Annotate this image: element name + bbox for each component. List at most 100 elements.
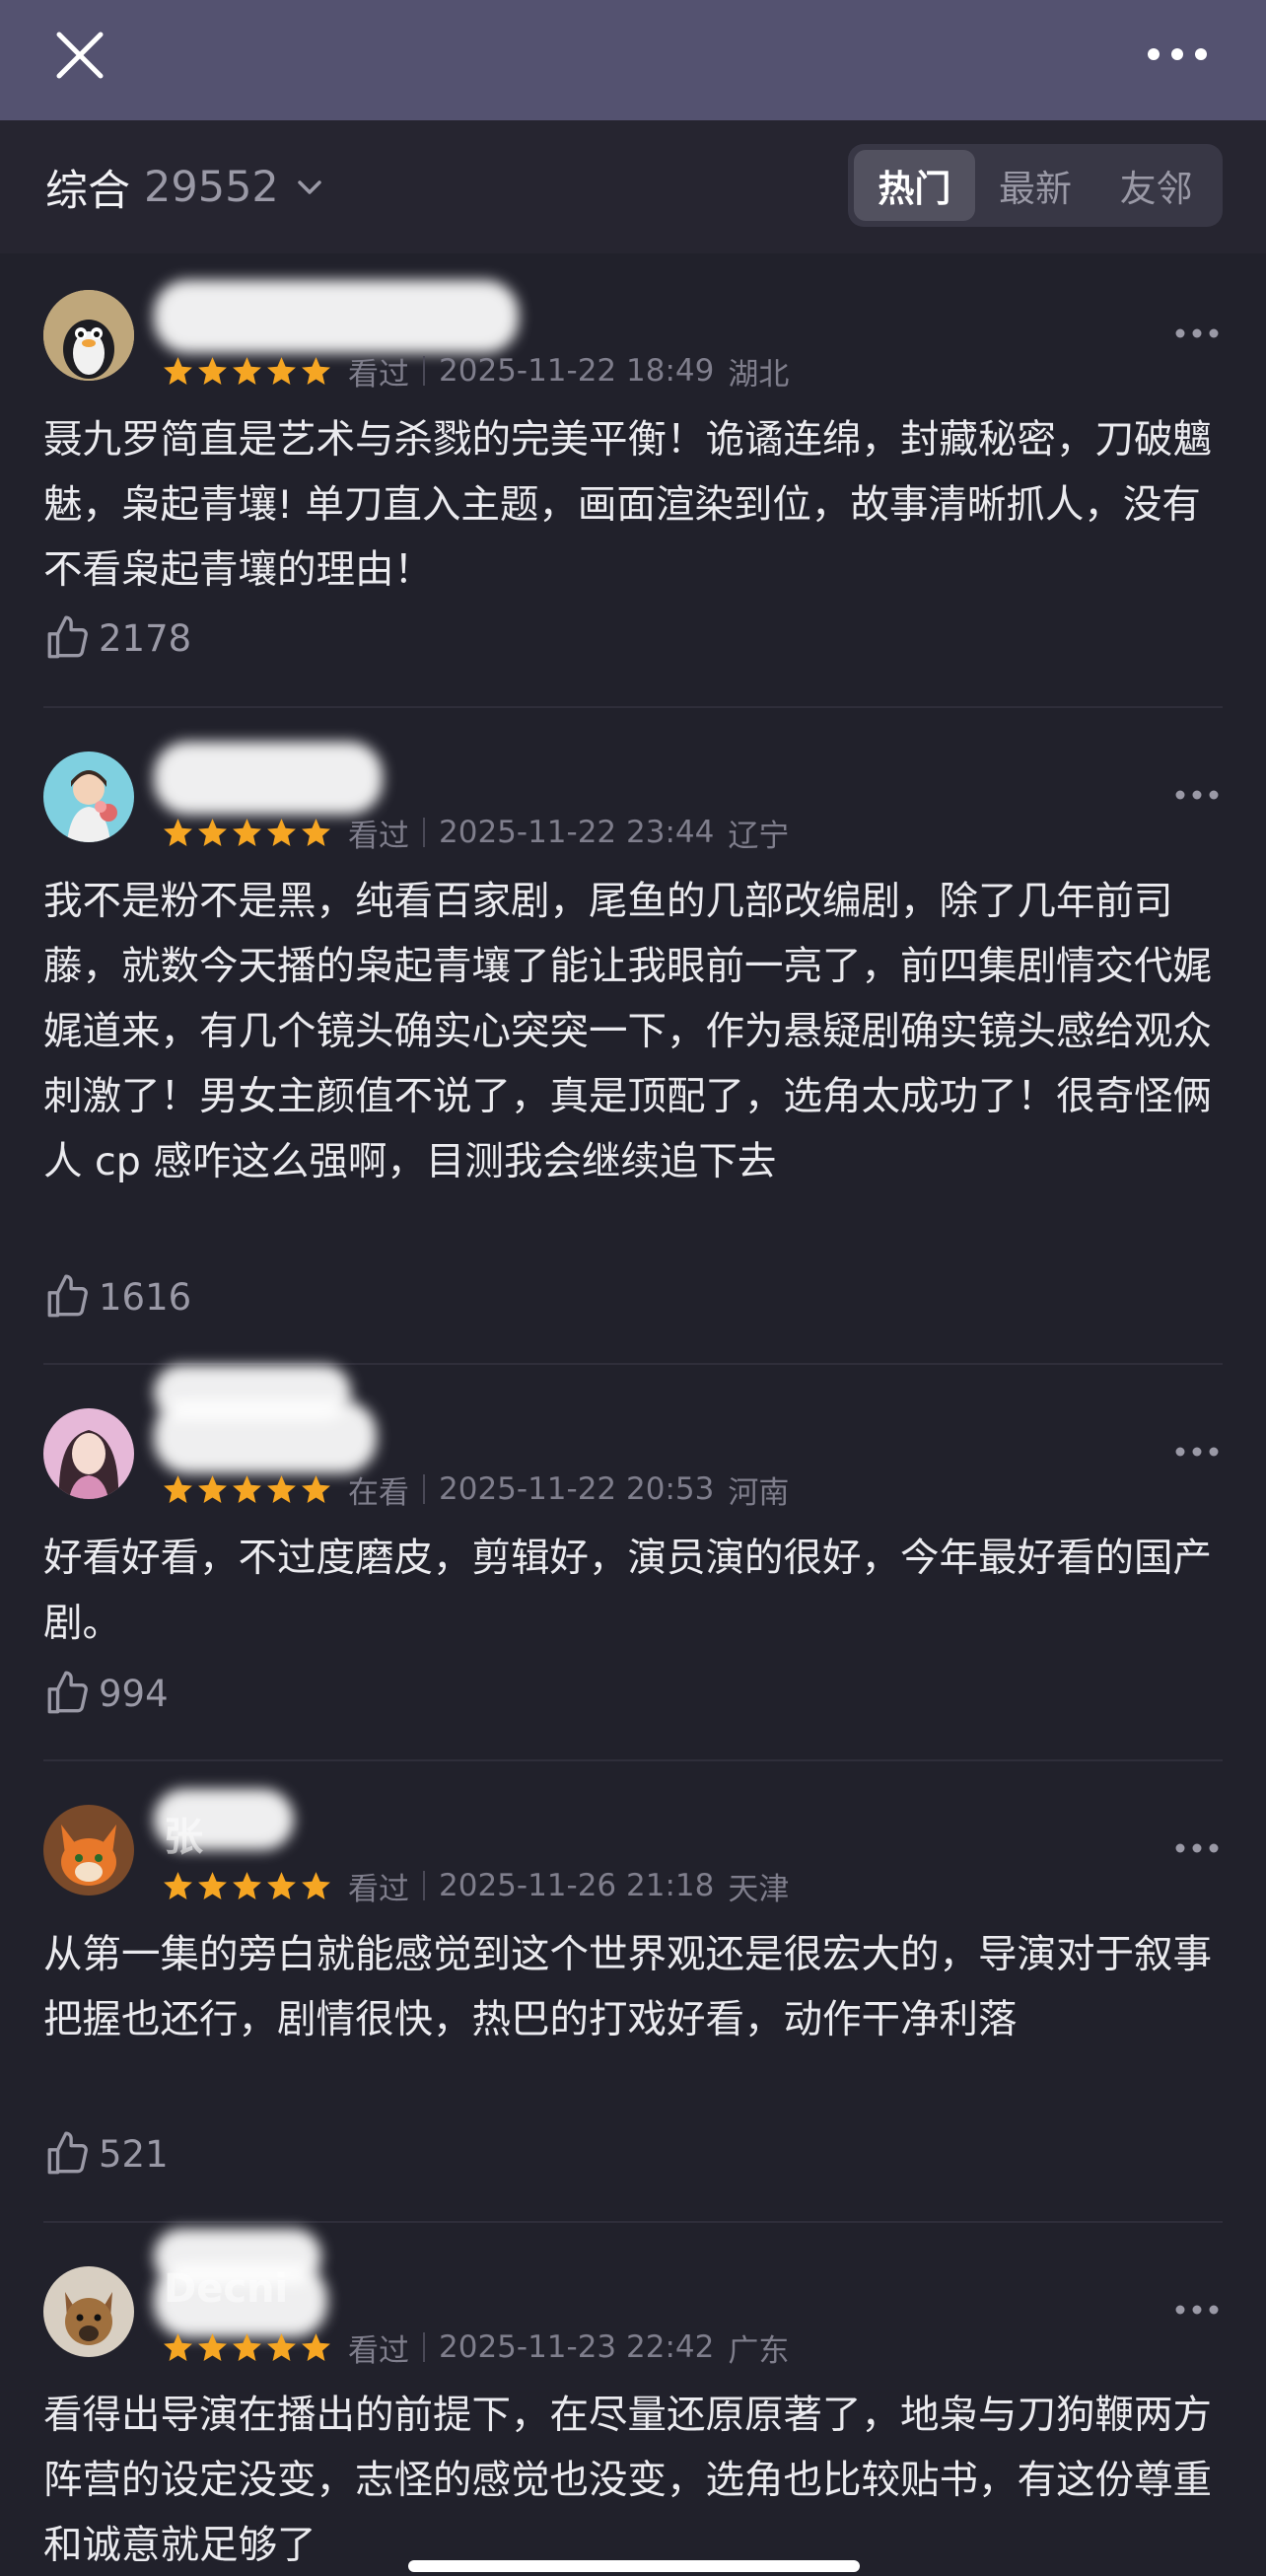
star-icon <box>302 356 330 385</box>
comment-divider <box>43 706 1223 708</box>
tab-friends[interactable]: 友邻 <box>1095 150 1217 221</box>
like-button[interactable]: 994 <box>43 1667 169 1720</box>
more-options-icon[interactable] <box>1173 322 1221 345</box>
region: 河南 <box>728 1474 790 1511</box>
thumbs-up-icon <box>47 1671 88 1714</box>
avatar[interactable] <box>43 1805 134 1896</box>
avatar[interactable] <box>43 751 134 842</box>
home-indicator[interactable] <box>408 2560 860 2572</box>
divider <box>423 1871 425 1900</box>
comment-divider <box>43 2221 1223 2223</box>
watch-status: 在看 <box>348 1474 409 1511</box>
comment-meta: 看过 2025-11-22 18:49 湖北 <box>162 349 789 393</box>
star-icon <box>267 1474 296 1503</box>
star-icon <box>164 1474 192 1503</box>
watch-status: 看过 <box>348 356 409 393</box>
divider <box>423 356 425 386</box>
comment-meta: 看过 2025-11-26 21:18 天津 <box>162 1864 789 1907</box>
tab-hot[interactable]: 热门 <box>854 150 975 221</box>
comment-meta: 在看 2025-11-22 20:53 河南 <box>162 1467 789 1511</box>
username: Decni <box>164 2266 289 2312</box>
star-icon <box>302 818 330 846</box>
more-options-icon[interactable] <box>1173 2298 1221 2322</box>
star-icon <box>164 356 192 385</box>
divider <box>423 818 425 847</box>
star-icon <box>233 2332 261 2361</box>
timestamp: 2025-11-26 21:18 <box>439 1868 715 1903</box>
comment-text: 好看好看，不过度磨皮，剪辑好，演员演的很好，今年最好看的国产剧。 <box>43 1536 1212 1646</box>
filter-label: 综合 <box>45 167 130 216</box>
close-icon[interactable] <box>49 25 110 86</box>
like-count: 994 <box>99 1672 169 1715</box>
timestamp: 2025-11-22 23:44 <box>439 815 715 850</box>
thumbs-up-icon <box>47 615 88 659</box>
comment-text: 从第一集的旁白就能感觉到这个世界观还是很宏大的，导演对于叙事把握也还行，剧情很快… <box>43 1932 1212 2042</box>
star-icon <box>198 1871 227 1899</box>
timestamp: 2025-11-22 18:49 <box>439 353 715 389</box>
sort-dropdown[interactable]: 综合 29552 <box>45 158 326 217</box>
star-icon <box>267 2332 296 2361</box>
star-icon <box>233 818 261 846</box>
star-icon <box>302 1474 330 1503</box>
like-count: 1616 <box>99 1275 192 1319</box>
top-bar <box>0 0 1266 120</box>
comment-text: 看得出导演在播出的前提下，在尽量还原原著了，地枭与刀狗鞭两方阵营的设定没变，志怪… <box>43 2393 1212 2568</box>
more-options-icon[interactable] <box>1173 783 1221 807</box>
avatar[interactable] <box>43 290 134 381</box>
tab-latest[interactable]: 最新 <box>975 150 1096 221</box>
like-button[interactable]: 521 <box>43 2127 169 2181</box>
star-icon <box>233 356 261 385</box>
like-button[interactable]: 1616 <box>43 1270 191 1324</box>
star-icon <box>233 1474 261 1503</box>
avatar[interactable] <box>43 2266 134 2357</box>
divider <box>423 2332 425 2362</box>
sort-tabs: 热门 最新 友邻 <box>848 144 1223 227</box>
divider <box>423 1474 425 1504</box>
region: 天津 <box>728 1871 790 1907</box>
avatar[interactable] <box>43 1408 134 1499</box>
username: 张 <box>164 1815 203 1860</box>
comment-count: 29552 <box>144 163 279 212</box>
timestamp: 2025-11-23 22:42 <box>439 2329 715 2365</box>
comment-text: 我不是粉不是黑，纯看百家剧，尾鱼的几部改编剧，除了几年前司藤，就数今天播的枭起青… <box>43 879 1212 1184</box>
star-icon <box>198 1474 227 1503</box>
star-icon <box>198 356 227 385</box>
watch-status: 看过 <box>348 1871 409 1907</box>
rating-stars <box>162 1473 332 1506</box>
star-icon <box>198 2332 227 2361</box>
more-options-icon[interactable] <box>1173 1836 1221 1860</box>
username-redacted <box>154 1400 377 1473</box>
region: 辽宁 <box>728 818 790 854</box>
rating-stars <box>162 355 332 388</box>
timestamp: 2025-11-22 20:53 <box>439 1471 715 1507</box>
comment-divider <box>43 1759 1223 1761</box>
star-icon <box>302 2332 330 2361</box>
region: 广东 <box>728 2332 790 2369</box>
rating-stars <box>162 1870 332 1902</box>
username-redacted <box>154 280 519 353</box>
watch-status: 看过 <box>348 2332 409 2369</box>
more-horizontal-icon[interactable] <box>1140 37 1215 71</box>
chevron-down-icon <box>298 180 321 194</box>
star-icon <box>198 818 227 846</box>
star-icon <box>267 818 296 846</box>
star-icon <box>164 818 192 846</box>
rating-stars <box>162 2331 332 2364</box>
star-icon <box>302 1871 330 1899</box>
star-icon <box>164 1871 192 1899</box>
star-icon <box>233 1871 261 1899</box>
thumbs-up-icon <box>47 1274 88 1318</box>
star-icon <box>267 1871 296 1899</box>
comment-meta: 看过 2025-11-23 22:42 广东 <box>162 2326 789 2369</box>
comment-meta: 看过 2025-11-22 23:44 辽宁 <box>162 811 789 854</box>
like-count: 2178 <box>99 616 192 660</box>
like-button[interactable]: 2178 <box>43 611 191 665</box>
comment-text: 聂九罗简直是艺术与杀戮的完美平衡！诡谲连绵，封藏秘密，刀破魑魅，枭起青壤! 单刀… <box>43 417 1212 593</box>
star-icon <box>164 2332 192 2361</box>
username-redacted <box>154 742 383 815</box>
more-options-icon[interactable] <box>1173 1440 1221 1464</box>
like-count: 521 <box>99 2132 169 2176</box>
watch-status: 看过 <box>348 818 409 854</box>
rating-stars <box>162 817 332 849</box>
star-icon <box>267 356 296 385</box>
